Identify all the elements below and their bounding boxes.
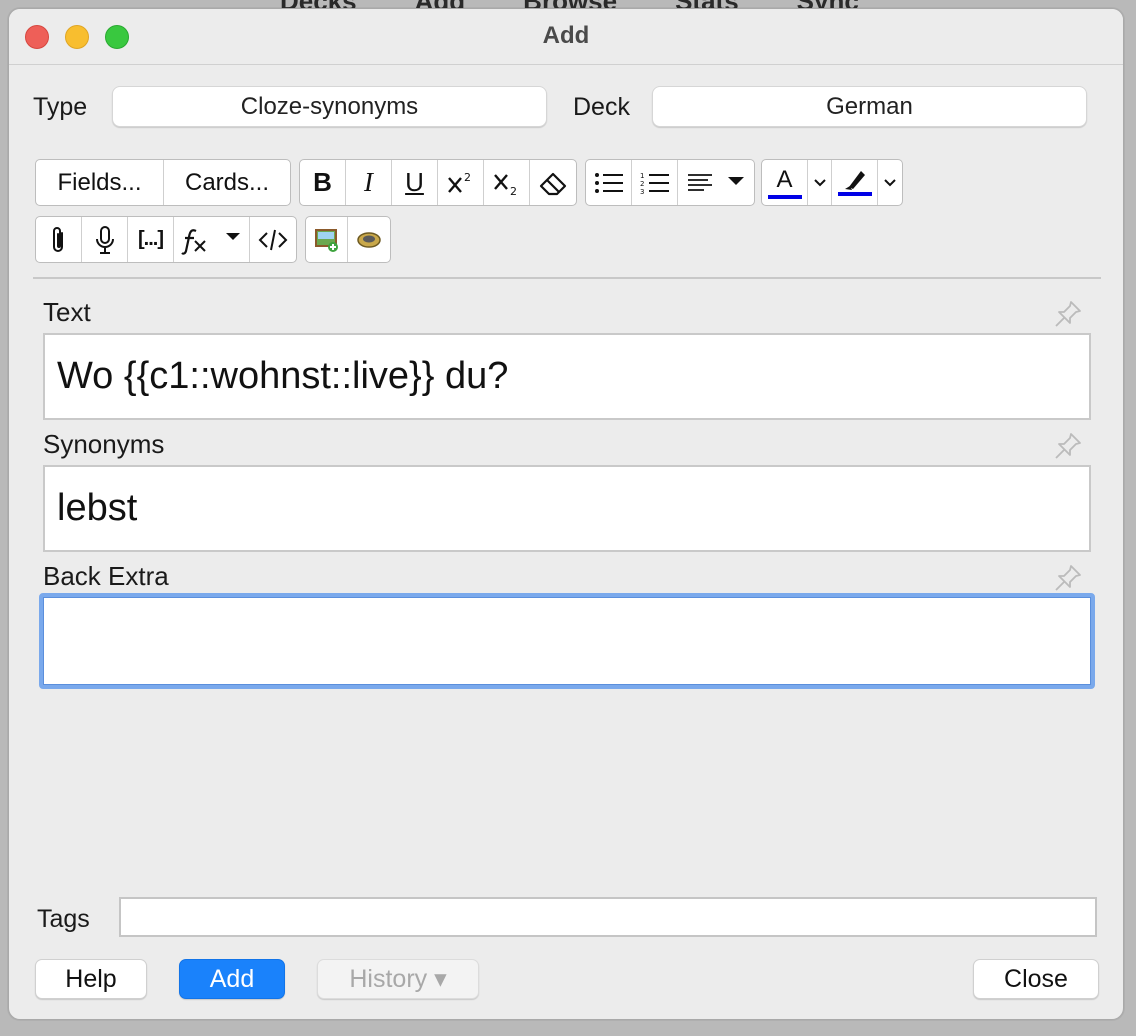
numbered-list-button[interactable]: 123	[632, 160, 678, 205]
bold-button[interactable]: B	[300, 160, 346, 205]
window-title: Add	[542, 22, 590, 49]
image-add-icon	[314, 228, 338, 252]
history-button[interactable]: History ▾	[317, 959, 479, 999]
format-group: B I U 2 2	[299, 159, 577, 206]
highlight-color-dropdown[interactable]	[878, 160, 902, 205]
underline-button[interactable]: U	[392, 160, 438, 205]
color-group: A	[761, 159, 903, 206]
eraser-icon	[539, 172, 567, 195]
deck-label: Deck	[573, 93, 630, 121]
tags-input[interactable]	[119, 897, 1097, 937]
numbered-list-icon: 123	[640, 172, 669, 195]
bullet-list-button[interactable]	[586, 160, 632, 205]
svg-text:2: 2	[510, 185, 517, 197]
tags-label: Tags	[37, 905, 90, 933]
svg-text:2: 2	[464, 171, 471, 184]
record-audio-button[interactable]	[82, 217, 128, 262]
text-color-swatch	[767, 195, 802, 199]
field-label-back-extra: Back Extra	[43, 561, 169, 591]
pin-icon[interactable]	[1053, 299, 1083, 329]
highlight-color-swatch	[837, 192, 872, 196]
svg-text:1: 1	[640, 172, 644, 180]
text-color-button[interactable]: A	[762, 160, 808, 205]
insert-group: [...]	[35, 216, 297, 263]
subscript-icon: 2	[493, 173, 517, 197]
addon-group	[305, 216, 391, 263]
fields-cards-group: Fields... Cards...	[35, 159, 291, 206]
pin-icon[interactable]	[1053, 431, 1083, 461]
list-group: 123	[585, 159, 755, 206]
paperclip-icon	[52, 226, 63, 252]
field-label-text: Text	[43, 297, 91, 327]
svg-text:2: 2	[640, 180, 644, 188]
field-label-synonyms: Synonyms	[43, 429, 165, 459]
add-button[interactable]: Add	[179, 959, 285, 999]
attach-button[interactable]	[36, 217, 82, 262]
function-icon	[180, 228, 240, 255]
italic-button[interactable]: I	[346, 160, 392, 205]
text-color-label: A	[776, 166, 793, 193]
add-window: Add Type Cloze-synonyms Deck German Fiel…	[8, 8, 1124, 1020]
superscript-icon: 2	[447, 171, 471, 193]
bullet-list-icon	[594, 172, 623, 193]
synonyms-field[interactable]: lebst	[43, 465, 1091, 552]
html-editor-button[interactable]	[250, 217, 296, 262]
pin-icon[interactable]	[1053, 563, 1083, 593]
chevron-down-icon	[884, 178, 896, 186]
addon-speak-button[interactable]	[348, 217, 390, 262]
fields-button[interactable]: Fields...	[36, 160, 164, 205]
superscript-button[interactable]: 2	[438, 160, 484, 205]
cards-button[interactable]: Cards...	[164, 160, 290, 205]
deck-selector[interactable]: German	[652, 86, 1087, 127]
clear-formatting-button[interactable]	[530, 160, 576, 205]
help-button[interactable]: Help	[35, 959, 147, 999]
toolbar-divider	[33, 277, 1101, 279]
type-label: Type	[33, 93, 88, 121]
text-field[interactable]: Wo {{c1::wohnst::live}} du?	[43, 333, 1091, 420]
subscript-button[interactable]: 2	[484, 160, 530, 205]
add-image-button[interactable]	[306, 217, 349, 262]
highlight-color-button[interactable]	[832, 160, 878, 205]
note-type-selector[interactable]: Cloze-synonyms	[112, 86, 547, 127]
speaker-icon	[357, 231, 381, 248]
title-bar: Add	[9, 9, 1123, 65]
text-color-dropdown[interactable]	[808, 160, 832, 205]
cloze-button[interactable]: [...]	[128, 217, 174, 262]
code-icon	[258, 229, 288, 250]
back-extra-field[interactable]	[39, 593, 1095, 689]
close-button[interactable]: Close	[973, 959, 1099, 999]
chevron-down-icon	[813, 178, 826, 186]
svg-text:3: 3	[640, 188, 644, 195]
alignment-button[interactable]	[678, 160, 754, 205]
align-left-icon	[688, 173, 744, 191]
mathjax-button[interactable]	[174, 217, 250, 262]
highlighter-icon	[844, 171, 865, 190]
microphone-icon	[95, 225, 114, 254]
